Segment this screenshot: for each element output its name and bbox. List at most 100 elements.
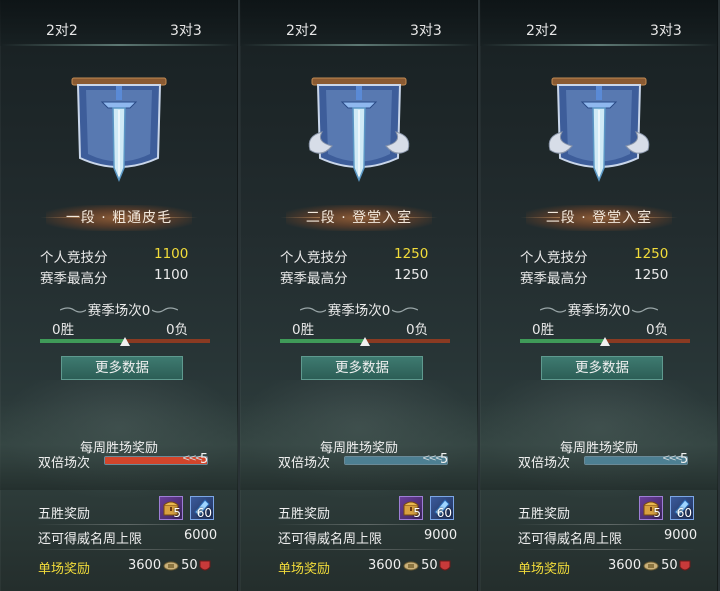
- wins-count: 0胜: [532, 322, 555, 338]
- losses-count: 0负: [166, 322, 189, 338]
- gem-count: 60: [436, 506, 452, 520]
- single-reward-values: 3600 50: [368, 558, 452, 573]
- banner-sword-emblem: [71, 77, 167, 182]
- weekly-cap-row: 还可得威名周上限 9000: [278, 528, 457, 547]
- season-high-value: 1250: [394, 267, 429, 283]
- win-portion: [40, 339, 125, 343]
- double-games-label: 双倍场次: [278, 456, 331, 471]
- divider: [516, 549, 696, 550]
- single-honor-value: 50: [661, 558, 678, 573]
- single-coin-value: 3600: [368, 558, 402, 573]
- chest-count: 5: [173, 506, 181, 520]
- chevrons-left-icon: <<<: [662, 453, 683, 464]
- tab-2v2[interactable]: 2对2: [46, 20, 78, 40]
- tab-divider: [240, 44, 478, 46]
- chest-count: 5: [413, 506, 421, 520]
- weekly-cap-label: 还可得威名周上限: [518, 532, 623, 547]
- chest-count: 5: [653, 506, 661, 520]
- ornament-right-icon: [632, 307, 658, 313]
- weekly-cap-row: 还可得威名周上限 6000: [38, 528, 217, 547]
- single-reward-values: 3600 50: [128, 558, 212, 573]
- rank-title: 二段 · 登堂入室: [520, 205, 672, 231]
- coin-icon: [403, 561, 419, 570]
- mode-tabs: 2对2 3对3: [480, 0, 718, 46]
- banner-sword-emblem: [548, 77, 650, 182]
- arena-rank-panels: 2对2 3对3 一段 · 粗通皮毛 个人竞技分 1100 赛季最高分 1100 …: [0, 0, 720, 591]
- blue-gem-icon[interactable]: 60: [670, 496, 694, 520]
- rank-panel: 2对2 3对3 一段 · 粗通皮毛 个人竞技分 1100 赛季最高分 1100 …: [0, 0, 238, 591]
- single-reward-label: 单场奖励: [38, 562, 91, 577]
- coin-icon: [163, 561, 179, 570]
- more-data-button[interactable]: 更多数据: [301, 356, 423, 380]
- divider: [36, 549, 216, 550]
- weekly-cap-value: 9000: [424, 528, 458, 543]
- tab-3v3[interactable]: 3对3: [410, 20, 442, 40]
- season-high-label: 赛季最高分: [280, 271, 348, 287]
- weekly-cap-value: 6000: [184, 528, 218, 543]
- tab-2v2[interactable]: 2对2: [286, 20, 318, 40]
- banner-sword-emblem: [308, 77, 410, 182]
- ornament-right-icon: [392, 307, 418, 313]
- season-high-label: 赛季最高分: [520, 271, 588, 287]
- single-reward-label: 单场奖励: [278, 562, 331, 577]
- personal-score-value: 1250: [634, 246, 669, 262]
- divider: [276, 549, 456, 550]
- season-games: 赛季场次0: [327, 303, 391, 319]
- treasure-chest-icon[interactable]: 5: [159, 496, 183, 520]
- weekly-cap-row: 还可得威名周上限 9000: [518, 528, 697, 547]
- double-games-count: 5: [200, 452, 209, 467]
- five-win-reward-label: 五胜奖励: [278, 507, 331, 522]
- season-high-row: 赛季最高分 1250: [520, 267, 668, 287]
- season-games: 赛季场次0: [567, 303, 631, 319]
- season-high-label: 赛季最高分: [40, 271, 108, 287]
- win-portion: [280, 339, 365, 343]
- weekly-cap-label: 还可得威名周上限: [278, 532, 383, 547]
- season-high-value: 1250: [634, 267, 669, 283]
- divider: [276, 524, 456, 525]
- blue-gem-icon[interactable]: 60: [190, 496, 214, 520]
- double-games-label: 双倍场次: [38, 456, 91, 471]
- season-high-row: 赛季最高分 1100: [40, 267, 188, 287]
- more-data-button[interactable]: 更多数据: [61, 356, 183, 380]
- single-reward-label: 单场奖励: [518, 562, 571, 577]
- five-win-reward-label: 五胜奖励: [38, 507, 91, 522]
- rank-panel: 2对2 3对3 二段 · 登堂入室 个人竞技分 1250 赛季最高分 1250: [240, 0, 478, 591]
- single-coin-value: 3600: [128, 558, 162, 573]
- win-loss-marker-icon: [360, 337, 370, 346]
- red-shield-icon: [439, 560, 451, 570]
- double-games-count: 5: [440, 452, 449, 467]
- mode-tabs: 2对2 3对3: [240, 0, 478, 46]
- treasure-chest-icon[interactable]: 5: [639, 496, 663, 520]
- coin-icon: [643, 561, 659, 570]
- personal-score-label: 个人竞技分: [40, 250, 108, 266]
- rank-title: 一段 · 粗通皮毛: [40, 205, 192, 231]
- single-honor-value: 50: [421, 558, 438, 573]
- season-games: 赛季场次0: [87, 303, 151, 319]
- tab-divider: [0, 44, 238, 46]
- more-data-button[interactable]: 更多数据: [541, 356, 663, 380]
- tab-divider: [480, 44, 718, 46]
- double-games-count: 5: [680, 452, 689, 467]
- gem-count: 60: [676, 506, 692, 520]
- win-loss-marker-icon: [600, 337, 610, 346]
- rank-panel: 2对2 3对3 二段 · 登堂入室 个人竞技分 1250 赛季最高分 1250: [480, 0, 718, 591]
- tab-3v3[interactable]: 3对3: [170, 20, 202, 40]
- red-shield-icon: [679, 560, 691, 570]
- wins-count: 0胜: [52, 322, 75, 338]
- win-portion: [520, 339, 605, 343]
- tab-2v2[interactable]: 2对2: [526, 20, 558, 40]
- chevrons-left-icon: <<<: [422, 453, 443, 464]
- red-shield-icon: [199, 560, 211, 570]
- weekly-cap-label: 还可得威名周上限: [38, 532, 143, 547]
- personal-score-row: 个人竞技分 1100: [40, 246, 188, 266]
- rank-title: 二段 · 登堂入室: [280, 205, 432, 231]
- five-win-reward-label: 五胜奖励: [518, 507, 571, 522]
- personal-score-value: 1250: [394, 246, 429, 262]
- mode-tabs: 2对2 3对3: [0, 0, 238, 46]
- blue-gem-icon[interactable]: 60: [430, 496, 454, 520]
- personal-score-row: 个人竞技分 1250: [280, 246, 428, 266]
- divider: [36, 524, 216, 525]
- treasure-chest-icon[interactable]: 5: [399, 496, 423, 520]
- tab-3v3[interactable]: 3对3: [650, 20, 682, 40]
- losses-count: 0负: [406, 322, 429, 338]
